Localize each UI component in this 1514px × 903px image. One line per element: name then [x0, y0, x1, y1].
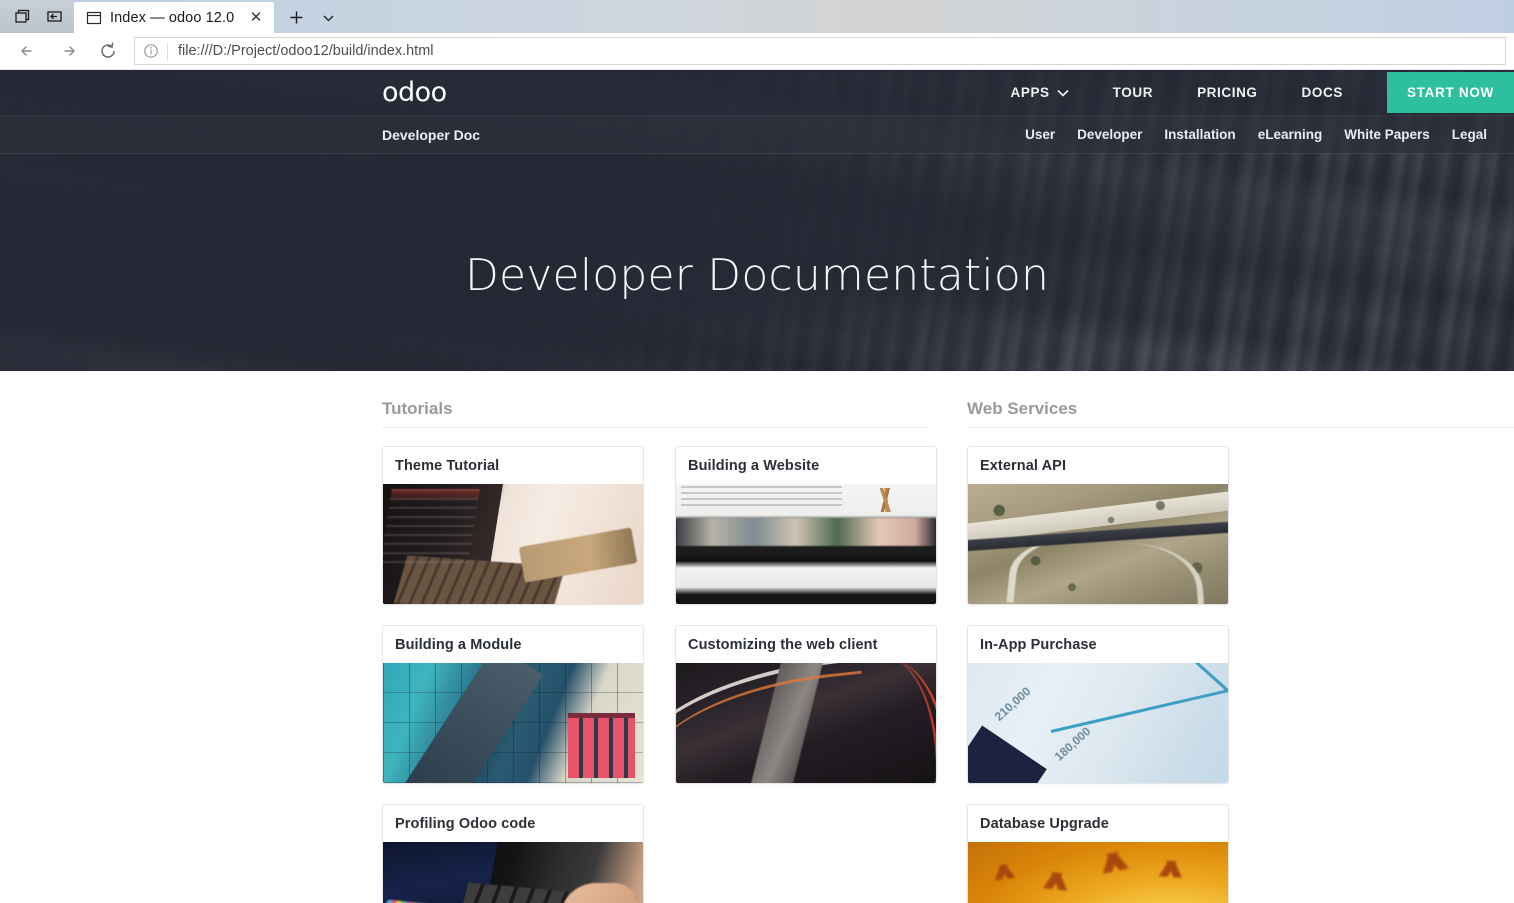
card-title: Customizing the web client	[688, 637, 878, 653]
sub-nav-item-elearning[interactable]: eLearning	[1247, 127, 1334, 142]
card-title: In-App Purchase	[980, 637, 1097, 653]
page-title: Developer Documentation	[464, 250, 1050, 301]
photo-detail-bird	[1082, 846, 1145, 878]
birds-golden-sky-photo	[968, 842, 1228, 903]
card-title: Database Upgrade	[980, 816, 1109, 832]
card-title: Building a Website	[688, 458, 820, 474]
nav-item-tour[interactable]: TOUR	[1091, 85, 1175, 100]
card-database-upgrade[interactable]: Database Upgrade	[967, 804, 1229, 903]
site-top-navigation: odoo APPS TOUR PRICING DOCS START NOW	[0, 70, 1514, 116]
tab-preview-icon[interactable]	[6, 2, 38, 32]
start-now-button[interactable]: START NOW	[1386, 72, 1514, 113]
close-icon[interactable]: ✕	[246, 8, 266, 28]
photo-detail-phone	[518, 527, 638, 583]
top-nav-links: APPS TOUR PRICING DOCS START NOW	[989, 72, 1514, 113]
card-title: External API	[980, 458, 1067, 474]
laptop-warm-photo	[383, 484, 643, 604]
browser-tab[interactable]: Index — odoo 12.0 doc ✕	[74, 2, 274, 33]
laptop-website-photo	[676, 484, 936, 604]
nav-item-pricing-label: PRICING	[1197, 85, 1258, 100]
address-toolbar: file:///D:/Project/odoo12/build/index.ht…	[0, 33, 1514, 70]
forward-button[interactable]	[48, 35, 88, 67]
card-in-app-purchase[interactable]: In-App Purchase 210,000 180,000	[967, 625, 1229, 784]
card-external-api[interactable]: External API	[967, 446, 1229, 605]
photo-detail-bird	[1028, 869, 1085, 893]
page-viewport: odoo APPS TOUR PRICING DOCS START NOW De…	[0, 70, 1514, 903]
section-heading-tutorials: Tutorials	[382, 399, 929, 428]
odoo-logo[interactable]: odoo	[382, 79, 447, 106]
sub-nav-item-white-papers[interactable]: White Papers	[1333, 127, 1441, 142]
photo-detail-bird	[980, 861, 1029, 882]
card-title: Building a Module	[395, 637, 522, 653]
card-title: Theme Tutorial	[395, 458, 500, 474]
web-services-card-grid: External API In-App Purchase 210,000 180…	[967, 446, 1514, 903]
sub-nav-links: User Developer Installation eLearning Wh…	[1014, 127, 1514, 142]
photo-detail-sticks	[847, 487, 926, 512]
dark-laptop-typing-photo	[383, 842, 643, 903]
nav-item-docs-label: DOCS	[1301, 85, 1343, 100]
photo-label-upper: 210,000	[992, 683, 1034, 724]
nav-item-apps[interactable]: APPS	[989, 85, 1091, 100]
card-theme-tutorial[interactable]: Theme Tutorial	[382, 446, 644, 605]
nav-item-pricing[interactable]: PRICING	[1175, 85, 1279, 100]
section-heading-web-services: Web Services	[967, 399, 1514, 428]
card-building-a-module[interactable]: Building a Module	[382, 625, 644, 784]
photo-detail-pink-panels	[567, 713, 636, 779]
sub-nav-item-developer[interactable]: Developer	[1066, 127, 1153, 142]
refresh-button[interactable]	[88, 35, 128, 67]
tab-title: Index — odoo 12.0 doc	[110, 9, 238, 26]
sub-nav-item-user[interactable]: User	[1014, 127, 1066, 142]
window-left-controls	[0, 0, 74, 33]
back-button[interactable]	[8, 35, 48, 67]
chart-graph-photo: 210,000 180,000	[968, 663, 1228, 783]
chevron-down-icon	[1057, 85, 1069, 100]
sub-nav-item-installation[interactable]: Installation	[1153, 127, 1246, 142]
new-tab-button[interactable]	[280, 2, 312, 33]
content-columns: Tutorials Theme Tutorial Building a Webs…	[0, 399, 1514, 903]
tab-strip: Index — odoo 12.0 doc ✕	[0, 0, 1514, 33]
section-web-services: Web Services External API In-App Purchas…	[967, 399, 1514, 903]
section-tutorials: Tutorials Theme Tutorial Building a Webs…	[382, 399, 967, 903]
card-building-a-website[interactable]: Building a Website	[675, 446, 937, 605]
card-title: Profiling Odoo code	[395, 816, 536, 832]
tutorials-card-grid: Theme Tutorial Building a Website Buildi…	[382, 446, 967, 903]
photo-detail-bird	[1144, 859, 1198, 879]
nav-item-apps-label: APPS	[1010, 85, 1050, 100]
site-sub-navigation: Developer Doc User Developer Installatio…	[0, 116, 1514, 154]
photo-detail-hand	[559, 882, 638, 903]
address-bar[interactable]: file:///D:/Project/odoo12/build/index.ht…	[134, 37, 1506, 65]
sub-nav-brand[interactable]: Developer Doc	[382, 127, 480, 143]
glass-building-photo	[383, 663, 643, 783]
card-customizing-the-web-client[interactable]: Customizing the web client	[675, 625, 937, 784]
hero-banner: odoo APPS TOUR PRICING DOCS START NOW De…	[0, 70, 1514, 371]
set-aside-tabs-icon[interactable]	[38, 2, 70, 32]
card-profiling-odoo-code[interactable]: Profiling Odoo code	[382, 804, 644, 903]
road-light-trails-photo	[676, 663, 936, 783]
aerial-highway-photo	[968, 484, 1228, 604]
url-text[interactable]: file:///D:/Project/odoo12/build/index.ht…	[168, 43, 1505, 59]
nav-item-docs[interactable]: DOCS	[1280, 85, 1365, 100]
page-icon	[86, 10, 102, 26]
nav-item-tour-label: TOUR	[1112, 85, 1154, 100]
browser-window: Index — odoo 12.0 doc ✕ file:///D:/Proje…	[0, 0, 1514, 903]
tab-menu-chevron-down-icon[interactable]	[312, 2, 344, 33]
photo-detail-trend-line	[1050, 686, 1228, 734]
sub-nav-item-legal[interactable]: Legal	[1441, 127, 1498, 142]
site-info-icon[interactable]	[135, 38, 167, 64]
main-content: Tutorials Theme Tutorial Building a Webs…	[0, 371, 1514, 903]
photo-detail-median	[745, 663, 826, 783]
